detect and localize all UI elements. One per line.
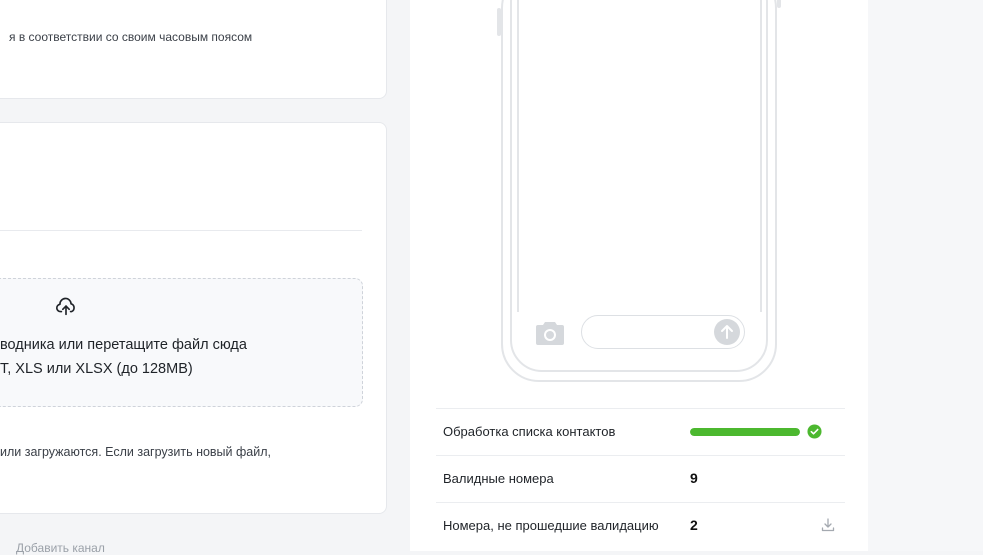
stats-list: Обработка списка контактов Валидные номе… <box>436 408 845 549</box>
camera-icon <box>536 322 564 345</box>
processing-progress-bar <box>690 428 800 436</box>
phone-side-button <box>497 8 501 36</box>
phone-side-button-right <box>777 0 781 8</box>
timezone-note: я в соответствии со своим часовым поясом <box>9 30 253 44</box>
download-icon[interactable] <box>820 517 836 533</box>
timezone-card <box>0 0 387 99</box>
upload-icon <box>56 297 75 316</box>
background-right <box>868 0 983 551</box>
divider <box>0 230 362 231</box>
dropzone-instruction: водника или перетащите файл сюда <box>0 337 247 353</box>
stat-row-processing: Обработка списка контактов <box>436 408 845 455</box>
stat-value: 2 <box>690 517 698 533</box>
upload-note: или загружаются. Если загрузить новый фа… <box>0 445 271 459</box>
stat-label: Валидные номера <box>443 471 554 486</box>
stat-label: Обработка списка контактов <box>443 424 616 439</box>
dropzone-formats: T, XLS или XLSX (до 128MB) <box>0 361 193 377</box>
stat-row-invalid: Номера, не прошедшие валидацию 2 <box>436 502 845 549</box>
phone-screen <box>517 0 762 312</box>
stat-value: 9 <box>690 470 698 486</box>
stat-row-valid: Валидные номера 9 <box>436 455 845 502</box>
add-channel-link[interactable]: Добавить канал <box>16 541 105 555</box>
send-icon <box>714 319 740 345</box>
progress-fill <box>690 428 800 436</box>
check-circle-icon <box>807 424 822 439</box>
stat-label: Номера, не прошедшие валидацию <box>443 518 659 533</box>
